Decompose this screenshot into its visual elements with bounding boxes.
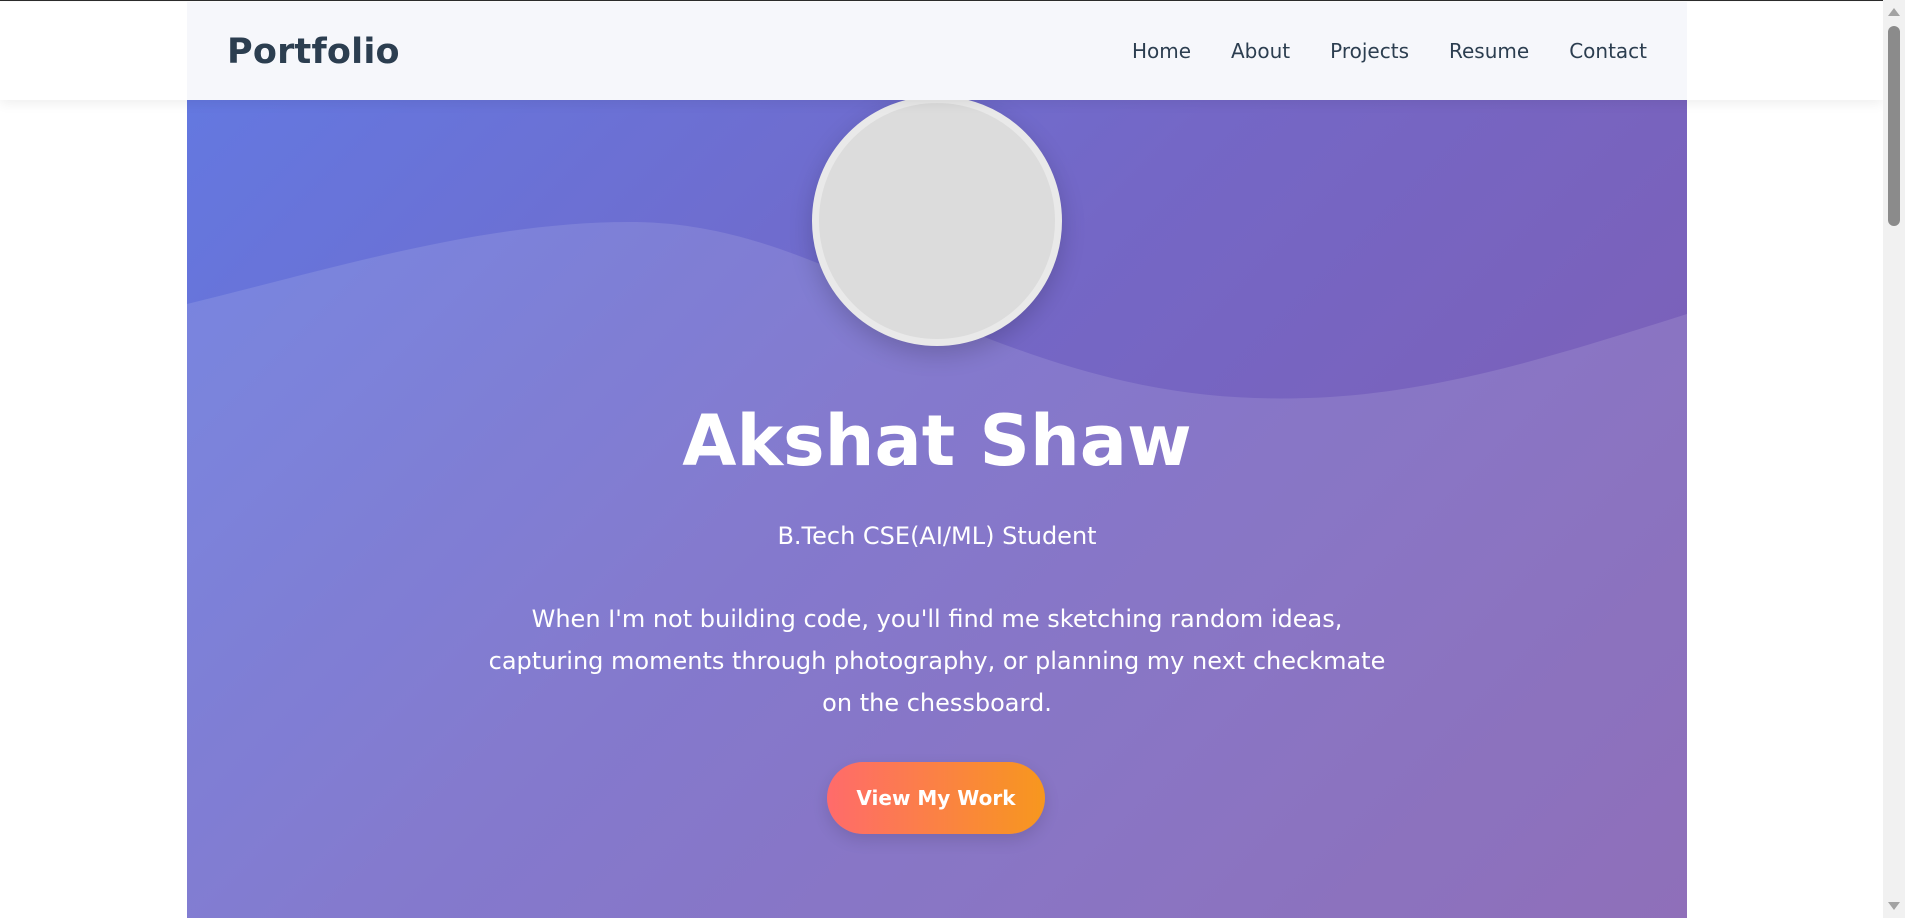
navbar-container: Portfolio Home About Projects Resume Con… [187, 2, 1687, 100]
nav-link-contact[interactable]: Contact [1569, 39, 1647, 63]
nav-link-resume[interactable]: Resume [1449, 39, 1529, 63]
scroll-down-arrow-icon[interactable] [1888, 902, 1900, 910]
hero-bio: When I'm not building code, you'll find … [488, 605, 1386, 717]
brand-logo[interactable]: Portfolio [227, 2, 400, 100]
nav-link-home[interactable]: Home [1132, 39, 1191, 63]
page-scrollbar[interactable] [1883, 0, 1905, 918]
nav-links: Home About Projects Resume Contact [1132, 2, 1647, 100]
nav-link-about[interactable]: About [1231, 39, 1290, 63]
hero-name: Akshat Shaw [682, 400, 1192, 482]
browser-viewport: Portfolio Home About Projects Resume Con… [0, 0, 1883, 918]
scroll-up-arrow-icon[interactable] [1888, 8, 1900, 16]
nav-link-projects[interactable]: Projects [1330, 39, 1409, 63]
scrollbar-thumb[interactable] [1888, 26, 1900, 226]
hero-subtitle: B.Tech CSE(AI/ML) Student [777, 522, 1097, 550]
profile-avatar [812, 100, 1062, 346]
navbar: Portfolio Home About Projects Resume Con… [0, 2, 1883, 100]
view-my-work-button[interactable]: View My Work [827, 762, 1045, 834]
hero-section: Akshat Shaw B.Tech CSE(AI/ML) Student Wh… [187, 100, 1687, 918]
